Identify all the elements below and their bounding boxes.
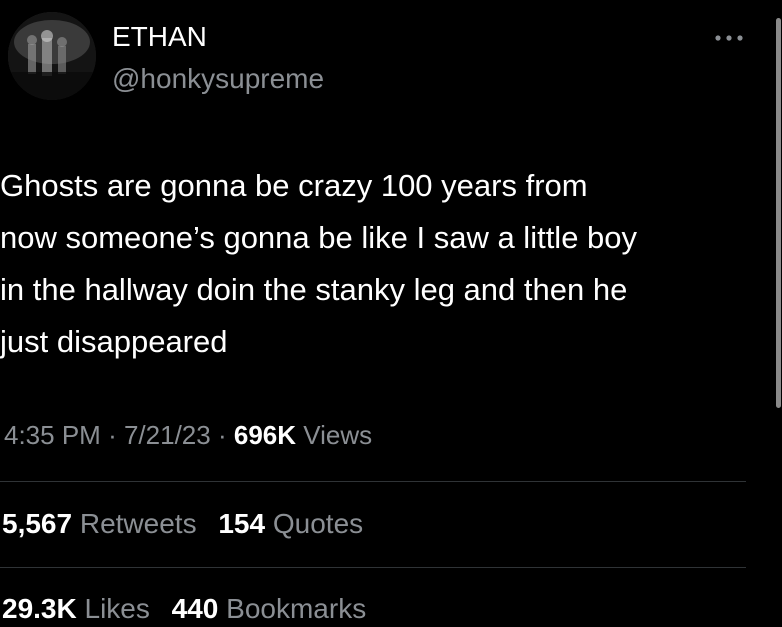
more-horizontal-icon[interactable]: [712, 28, 746, 48]
quotes-stat[interactable]: 154 Quotes: [218, 506, 363, 542]
meta-separator: ·: [108, 420, 117, 450]
bookmarks-count: 440: [171, 593, 219, 624]
divider: [0, 481, 746, 482]
bookmarks-label: Bookmarks: [226, 593, 367, 624]
retweets-stat[interactable]: 5,567 Retweets: [2, 506, 197, 542]
tweet-date[interactable]: 7/21/23: [124, 420, 211, 450]
tweet-text: Ghosts are gonna be crazy 100 years from…: [0, 168, 638, 359]
views-count: 696K: [233, 420, 297, 450]
views-label: Views: [303, 420, 373, 450]
likes-count: 29.3K: [2, 593, 77, 624]
divider: [0, 567, 746, 568]
scrollbar[interactable]: [776, 18, 781, 408]
quotes-label: Quotes: [272, 508, 364, 539]
author-display-name[interactable]: ETHAN: [112, 20, 207, 54]
quotes-count: 154: [218, 508, 266, 539]
tweet-time[interactable]: 4:35 PM: [4, 420, 101, 450]
profile-photo-icon: [8, 12, 96, 100]
meta-separator: ·: [217, 420, 227, 450]
avatar[interactable]: [8, 12, 96, 100]
tweet-meta: 4:35 PM · 7/21/23 · 696K Views: [4, 418, 372, 452]
author-handle[interactable]: @honkysupreme: [112, 62, 324, 96]
stats-row-reposts: 5,567 Retweets 154 Quotes: [2, 506, 377, 542]
likes-label: Likes: [84, 593, 150, 624]
retweets-label: Retweets: [79, 508, 197, 539]
retweets-count: 5,567: [2, 508, 73, 539]
